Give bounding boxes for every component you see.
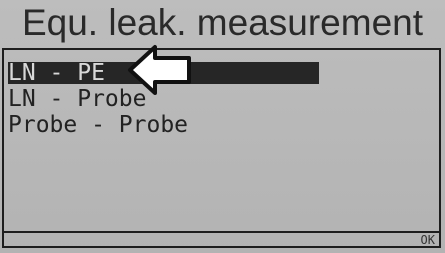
status-bar: OK (4, 231, 439, 248)
device-screen: Equ. leak. measurement LN - PE LN - Prob… (0, 0, 445, 253)
ok-softkey[interactable]: OK (421, 233, 435, 247)
left-arrow-icon (128, 45, 191, 95)
page-title: Equ. leak. measurement (21, 2, 424, 43)
menu-item-probe-probe[interactable]: Probe - Probe (8, 112, 188, 138)
